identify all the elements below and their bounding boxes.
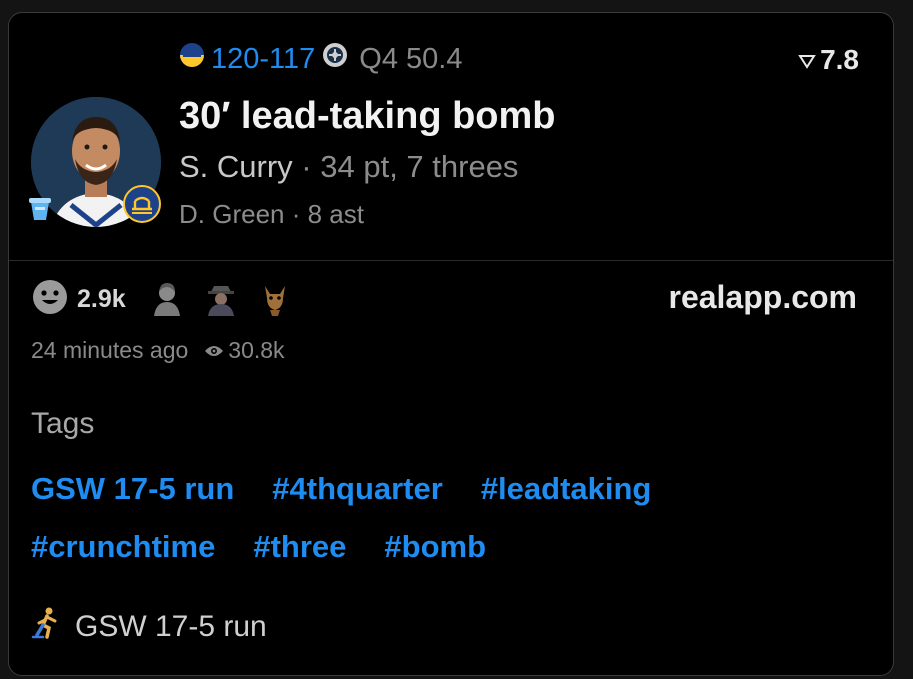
tag-link[interactable]: #crunchtime	[31, 529, 215, 565]
game-score: 120-117	[211, 42, 316, 75]
source-site-link[interactable]: realapp.com	[668, 279, 857, 316]
assist-stats: 8 ast	[307, 199, 364, 229]
warriors-logo-icon	[179, 42, 205, 76]
cup-icon	[25, 193, 55, 223]
game-clock: Q4 50.4	[359, 42, 463, 75]
reactor-avatar-icon[interactable]	[148, 280, 186, 318]
tag-link[interactable]: #three	[253, 529, 346, 565]
view-count-group: 30.8k	[204, 337, 285, 364]
play-title: 30′ lead-taking bomb	[179, 95, 556, 137]
play-card[interactable]: 120-117 Q4 50.4 7.8 30′ lead-taking bomb…	[8, 12, 894, 676]
player-avatar-group[interactable]	[29, 97, 161, 227]
tag-link[interactable]: #bomb	[384, 529, 486, 565]
tag-link[interactable]: #leadtaking	[481, 471, 652, 507]
player-stats: 34 pt, 7 threes	[320, 149, 519, 184]
tags-row-1: GSW 17-5 run #4thquarter #leadtaking	[31, 471, 651, 507]
posted-time: 24 minutes ago	[31, 337, 189, 363]
run-label: GSW 17-5 run	[75, 610, 267, 643]
score-line: 120-117 Q4 50.4	[179, 41, 462, 77]
reaction-count: 2.9k	[77, 284, 126, 313]
assist-player-name[interactable]: D. Green	[179, 199, 285, 229]
rating-value: 7.8	[820, 44, 859, 75]
reactions-row[interactable]: 2.9k	[31, 279, 310, 319]
assist-line: D. Green · 8 ast	[179, 199, 364, 230]
separator: ·	[292, 149, 321, 184]
play-rating[interactable]: 7.8	[798, 43, 859, 77]
divider	[9, 260, 893, 261]
eye-icon	[204, 337, 224, 364]
player-line: S. Curry · 34 pt, 7 threes	[179, 149, 518, 185]
smiley-icon[interactable]	[31, 278, 69, 321]
warriors-badge-icon	[123, 185, 161, 223]
separator: ·	[284, 199, 308, 229]
tag-link[interactable]: GSW 17-5 run	[31, 471, 234, 507]
tag-link[interactable]: #4thquarter	[272, 471, 443, 507]
run-indicator[interactable]: GSW 17-5 run	[31, 607, 267, 647]
view-count: 30.8k	[228, 337, 285, 363]
post-meta: 24 minutes ago 30.8k	[31, 337, 285, 364]
running-person-icon	[31, 607, 61, 647]
reactor-avatar-icon[interactable]	[256, 280, 294, 318]
player-name[interactable]: S. Curry	[179, 149, 293, 184]
triangle-down-icon	[798, 44, 816, 76]
tags-row-2: #crunchtime #three #bomb	[31, 529, 486, 565]
tags-heading: Tags	[31, 407, 95, 440]
reactor-avatar-icon[interactable]	[202, 280, 240, 318]
opponent-logo-icon	[321, 41, 349, 77]
